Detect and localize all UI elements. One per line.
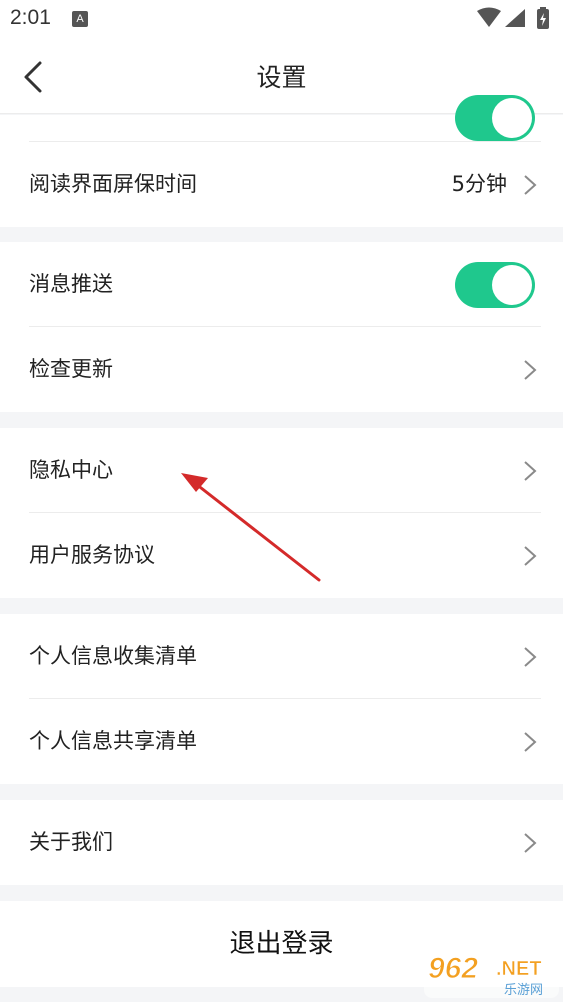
row-check-update[interactable]: 检查更新 <box>0 327 563 412</box>
row-user-agreement[interactable]: 用户服务协议 <box>0 513 563 598</box>
row-label: 个人信息收集清单 <box>29 644 197 668</box>
row-label: 个人信息共享清单 <box>29 729 197 753</box>
toggle-knob <box>492 265 532 305</box>
settings-group-privacy: 隐私中心 用户服务协议 <box>0 428 563 598</box>
chevron-right-icon <box>524 546 537 566</box>
a-icon: A <box>72 11 88 27</box>
row-about-us[interactable]: 关于我们 <box>0 800 563 885</box>
row-label: 隐私中心 <box>29 458 113 482</box>
chevron-right-icon <box>524 360 537 380</box>
chevron-right-icon <box>524 833 537 853</box>
row-screensaver-time[interactable]: 阅读界面屏保时间 5分钟 <box>0 142 563 227</box>
row-info-collection-list[interactable]: 个人信息收集清单 <box>0 614 563 699</box>
row-label: 关于我们 <box>29 830 113 854</box>
row-label: 检查更新 <box>29 357 113 381</box>
chevron-right-icon <box>524 732 537 752</box>
row-value: 5分钟 <box>451 172 507 196</box>
settings-group-about: 关于我们 <box>0 800 563 885</box>
system-status-icons <box>477 7 549 29</box>
push-toggle[interactable] <box>455 262 535 308</box>
page-title: 设置 <box>256 63 307 92</box>
settings-group-display: 阅读界面屏保时间 5分钟 <box>0 95 563 227</box>
row-label: 消息推送 <box>29 272 113 296</box>
watermark-suffix: .NET <box>496 958 542 980</box>
toggle-knob <box>492 98 532 138</box>
chevron-right-icon <box>524 175 537 195</box>
row-privacy-center[interactable]: 隐私中心 <box>0 428 563 513</box>
status-bar: 2:01 A <box>0 0 563 38</box>
row-label: 阅读界面屏保时间 <box>29 172 197 196</box>
chevron-right-icon <box>524 647 537 667</box>
hidden-setting-toggle[interactable] <box>455 95 535 141</box>
watermark-number: 962 <box>428 952 478 985</box>
settings-group-general: 消息推送 检查更新 <box>0 242 563 412</box>
row-push-notifications: 消息推送 <box>0 242 563 327</box>
signal-icon <box>505 9 525 27</box>
row-info-sharing-list[interactable]: 个人信息共享清单 <box>0 699 563 784</box>
site-watermark: 962 .NET 乐游网 <box>424 948 559 998</box>
wifi-icon <box>477 7 501 27</box>
watermark-subtitle: 乐游网 <box>504 983 543 998</box>
settings-group-personal-info: 个人信息收集清单 个人信息共享清单 <box>0 614 563 784</box>
chevron-right-icon <box>524 461 537 481</box>
row-label: 用户服务协议 <box>29 543 155 567</box>
status-time: 2:01 <box>10 6 51 29</box>
